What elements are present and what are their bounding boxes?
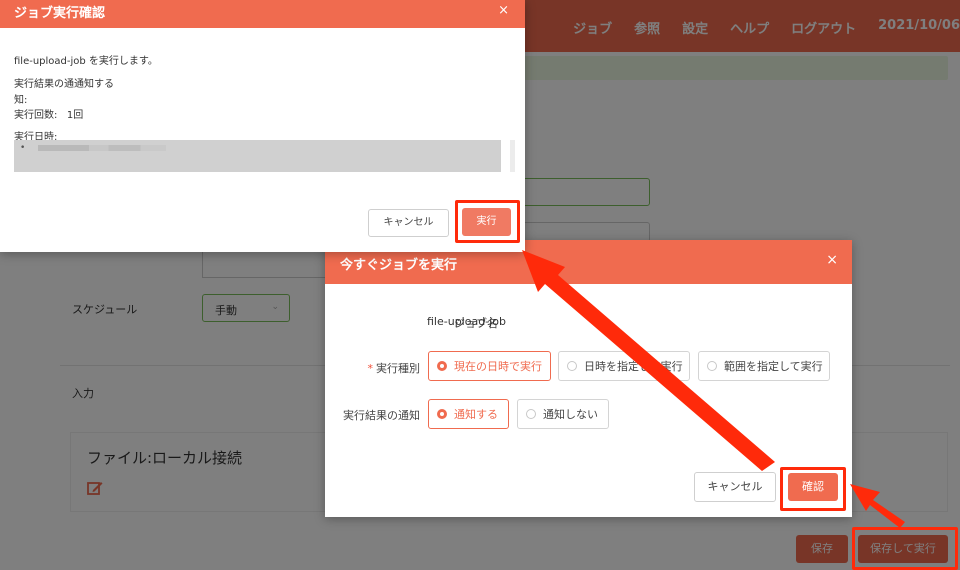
annotation-arrows — [522, 250, 905, 528]
arrow-to-run-button — [522, 250, 775, 471]
arrow-to-confirm-button — [850, 484, 905, 528]
